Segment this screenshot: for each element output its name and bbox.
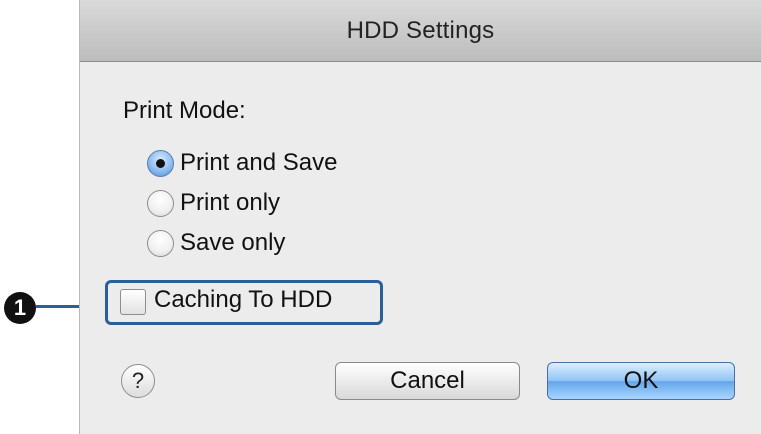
radio-label: Print only	[180, 189, 281, 216]
ok-button[interactable]: OK	[547, 362, 735, 400]
radio-print-and-save[interactable]: Print and Save	[147, 149, 337, 177]
callout-number-badge: 1	[4, 292, 36, 324]
radio-save-only[interactable]: Save only	[147, 229, 285, 257]
dialog-titlebar[interactable]: HDD Settings	[80, 0, 761, 62]
radio-button[interactable]	[147, 229, 174, 257]
hdd-settings-dialog: HDD Settings Print Mode: Print and Save …	[79, 0, 761, 434]
caching-to-hdd-checkbox[interactable]	[120, 289, 146, 315]
radio-button-selected[interactable]	[147, 149, 174, 177]
radio-button[interactable]	[147, 189, 174, 217]
radio-label: Save only	[180, 229, 286, 256]
print-mode-label: Print Mode:	[123, 97, 246, 124]
caching-to-hdd-label[interactable]: Caching To HDD	[154, 286, 332, 314]
dialog-title: HDD Settings	[346, 16, 495, 44]
radio-label: Print and Save	[180, 149, 338, 176]
radio-print-only[interactable]: Print only	[147, 189, 280, 217]
help-button[interactable]: ?	[121, 364, 155, 398]
callout-number: 1	[13, 295, 27, 320]
help-icon: ?	[131, 368, 145, 393]
cancel-button[interactable]: Cancel	[335, 362, 520, 400]
radio-dot-icon	[156, 158, 165, 168]
